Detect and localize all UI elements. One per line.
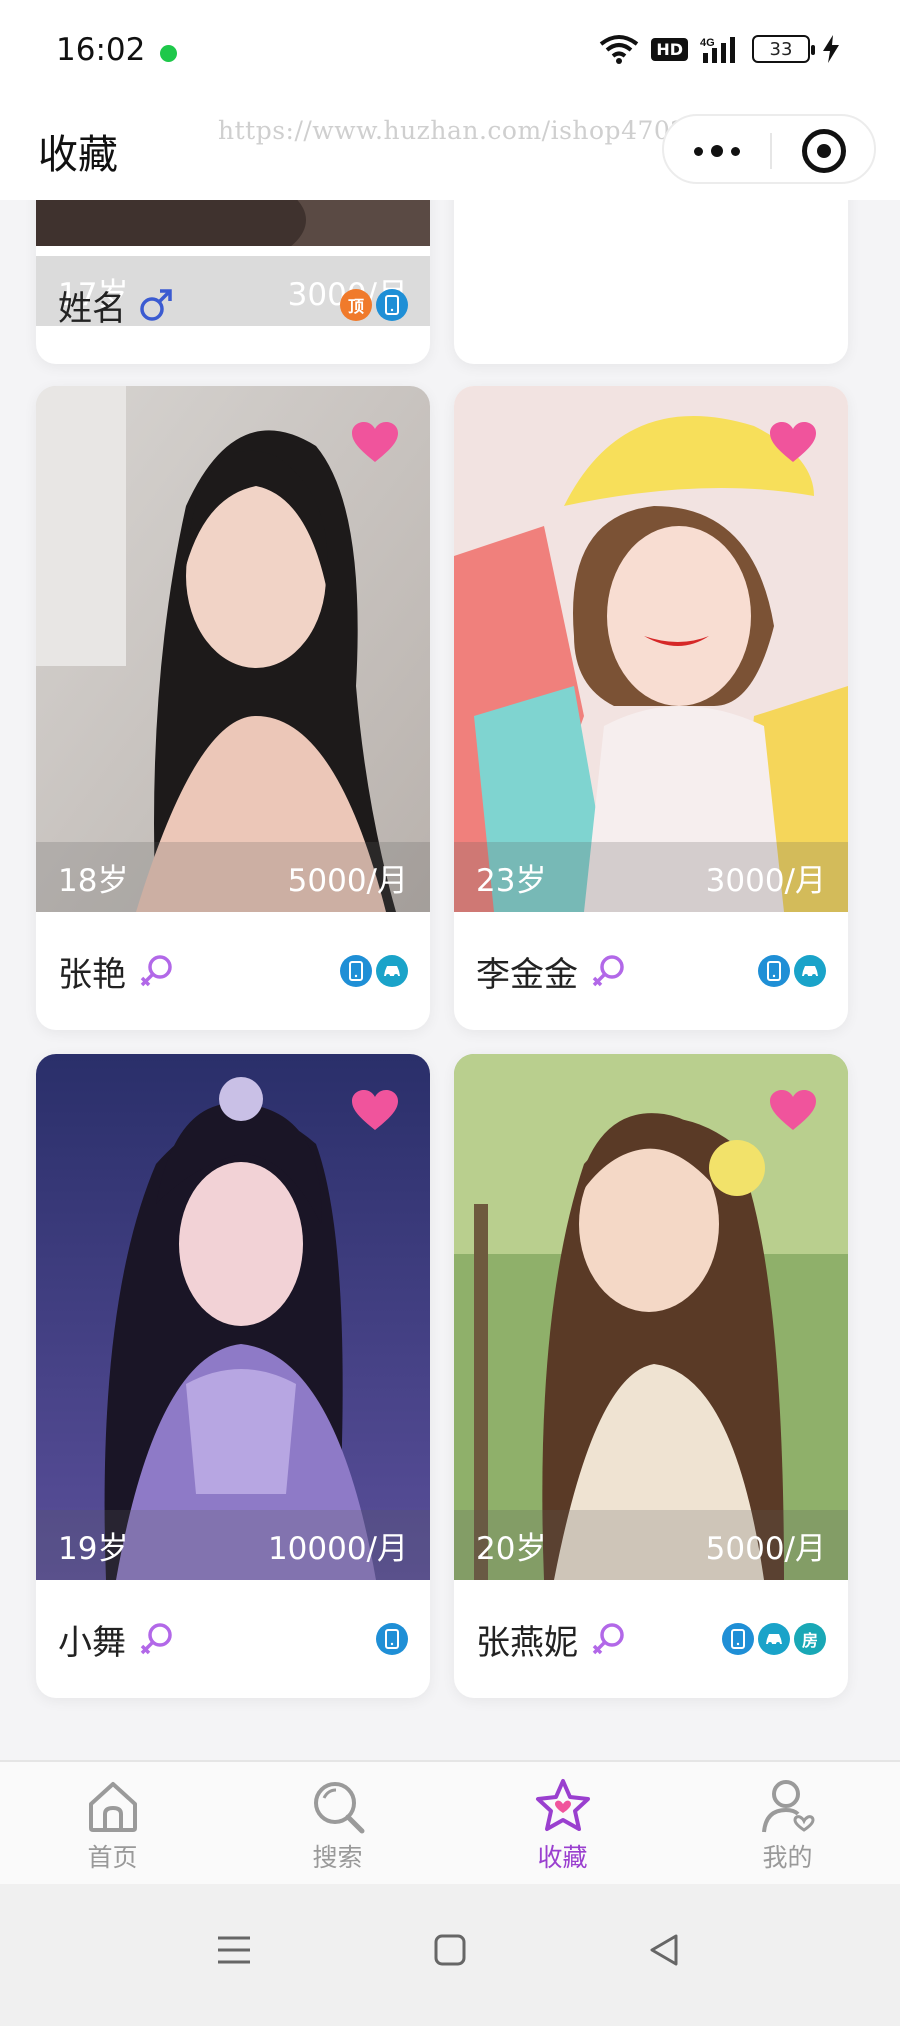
female-icon (592, 955, 624, 987)
heart-icon[interactable] (350, 1088, 400, 1132)
status-indicators: HD 4G 33 (599, 34, 840, 64)
phone-icon (340, 955, 372, 987)
photo-info-bar: 23岁 3000/月 (454, 842, 848, 912)
profile-name: 张艳 (58, 954, 126, 995)
tab-search[interactable]: 搜索 (225, 1762, 450, 1884)
age-label: 20岁 (476, 1530, 547, 1567)
photo-info-bar: 19岁 10000/月 (36, 1510, 430, 1580)
male-icon (140, 289, 172, 321)
battery-level: 33 (769, 38, 793, 60)
top-badge: 顶 (340, 289, 372, 321)
badge-group (340, 955, 408, 987)
signal-icon: 4G (700, 37, 735, 63)
tab-home[interactable]: 首页 (0, 1762, 225, 1884)
notification-dot-icon (160, 45, 177, 62)
photo-info-bar: 20岁 5000/月 (454, 1510, 848, 1580)
home-square-icon[interactable] (430, 1930, 470, 1970)
price-label: 3000/月 (705, 862, 826, 899)
favorites-grid: 17岁 3000/月 姓名 顶 (0, 200, 900, 1756)
house-badge: 房 (794, 1623, 826, 1655)
watermark: https://www.huzhan.com/ishop47020 (218, 116, 704, 145)
status-time: 16:02 (56, 32, 146, 68)
tab-label: 搜索 (312, 1843, 363, 1872)
more-menu-button[interactable] (686, 130, 748, 172)
title-bar: 收藏 https://www.huzhan.com/ishop47020 (0, 104, 900, 200)
age-label: 18岁 (58, 862, 129, 899)
miniprogram-capsule (662, 114, 876, 184)
price-label: 5000/月 (705, 1530, 826, 1567)
car-icon (794, 955, 826, 987)
tab-profile[interactable]: 我的 (675, 1762, 900, 1884)
battery-indicator: 33 (752, 35, 815, 63)
svg-text:4G: 4G (700, 37, 715, 49)
profile-card-partial (454, 200, 848, 364)
price-label: 10000/月 (267, 1530, 408, 1567)
close-miniprogram-button[interactable] (802, 129, 846, 173)
tab-favorites[interactable]: 收藏 (450, 1762, 675, 1884)
badge-group (758, 955, 826, 987)
search-icon (313, 1782, 364, 1834)
system-navigation-bar (0, 1884, 900, 2026)
female-icon (592, 1623, 624, 1655)
tab-label: 首页 (87, 1843, 138, 1872)
profile-card[interactable]: 19岁 10000/月 小舞 (36, 1054, 430, 1698)
profile-name: 李金金 (476, 954, 578, 995)
card-footer: 姓名 顶 (36, 246, 430, 364)
car-icon (376, 955, 408, 987)
profile-card[interactable]: 18岁 5000/月 张艳 (36, 386, 430, 1030)
profile-photo: 18岁 5000/月 (36, 386, 430, 912)
bottom-tab-bar: 首页 搜索 收藏 我的 (0, 1760, 900, 1884)
photo-info-bar: 18岁 5000/月 (36, 842, 430, 912)
menu-icon[interactable] (214, 1930, 254, 1970)
wifi-icon (600, 35, 639, 64)
back-icon[interactable] (644, 1930, 684, 1970)
age-label: 19岁 (58, 1530, 129, 1567)
profile-photo: 19岁 10000/月 (36, 1054, 430, 1580)
tab-label: 收藏 (537, 1843, 588, 1872)
female-icon (140, 1623, 172, 1655)
charging-icon (823, 35, 839, 63)
profile-card[interactable]: 23岁 3000/月 李金金 (454, 386, 848, 1030)
card-footer: 小舞 (36, 1580, 430, 1698)
badge-group: 房 (722, 1623, 826, 1655)
card-footer: 张艳 (36, 912, 430, 1030)
heart-icon[interactable] (768, 420, 818, 464)
tab-label: 我的 (762, 1843, 813, 1872)
badge-group (376, 1623, 408, 1655)
heart-icon[interactable] (768, 1088, 818, 1132)
profile-name: 小舞 (58, 1622, 126, 1663)
status-bar: 16:02 HD 4G 33 (0, 0, 900, 104)
car-icon (758, 1623, 790, 1655)
star-icon (535, 1779, 590, 1831)
badge-group: 顶 (340, 289, 408, 321)
profile-photo: 23岁 3000/月 (454, 386, 848, 912)
profile-card[interactable]: 17岁 3000/月 姓名 顶 (36, 200, 430, 364)
profile-photo: 20岁 5000/月 (454, 1054, 848, 1580)
phone-icon (758, 955, 790, 987)
page-title: 收藏 (38, 132, 118, 178)
age-label: 23岁 (476, 862, 547, 899)
user-icon (761, 1780, 815, 1833)
home-icon (88, 1782, 137, 1832)
profile-name: 张燕妮 (476, 1622, 578, 1663)
price-label: 5000/月 (287, 862, 408, 899)
card-footer: 李金金 (454, 912, 848, 1030)
profile-name: 姓名 (58, 288, 126, 329)
phone-icon (722, 1623, 754, 1655)
female-icon (140, 955, 172, 987)
phone-icon (376, 289, 408, 321)
phone-icon (376, 1623, 408, 1655)
card-footer: 张燕妮 房 (454, 1580, 848, 1698)
heart-icon[interactable] (350, 420, 400, 464)
capsule-divider (770, 133, 772, 169)
profile-card[interactable]: 20岁 5000/月 张燕妮 房 (454, 1054, 848, 1698)
hd-badge: HD (651, 37, 688, 61)
